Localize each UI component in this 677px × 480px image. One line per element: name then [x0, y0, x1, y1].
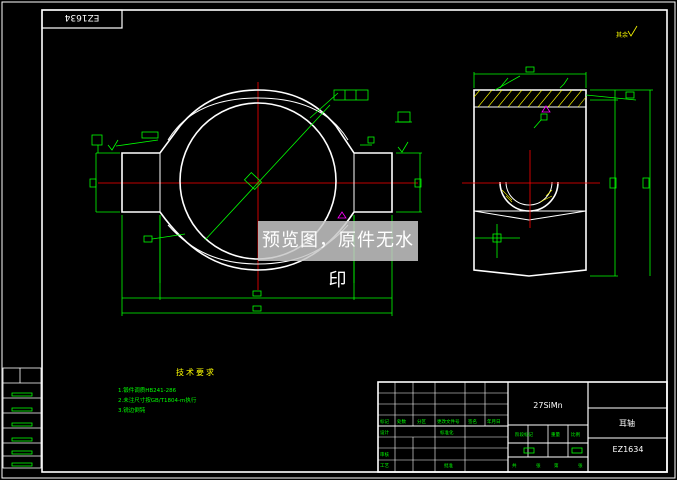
svg-text:工艺: 工艺	[380, 463, 389, 469]
front-dimensions	[89, 89, 422, 316]
svg-text:标记: 标记	[380, 418, 389, 425]
svg-text:更改文件号: 更改文件号	[437, 418, 460, 425]
drawing-number-top: EZ1634	[64, 12, 99, 22]
tech-requirements-title: 技术要求	[176, 367, 216, 377]
svg-text:阶段标记: 阶段标记	[515, 431, 533, 438]
svg-text:共: 共	[512, 462, 517, 469]
tech-requirement-2: 2.未注尺寸按GB/T1804-m执行	[118, 396, 197, 404]
svg-text:重量: 重量	[551, 431, 560, 438]
svg-text:第: 第	[554, 462, 559, 469]
svg-text:张: 张	[578, 462, 583, 469]
roughness-symbol-icon	[627, 25, 638, 37]
side-view	[462, 89, 600, 277]
bore-diameter-dim	[204, 104, 331, 241]
svg-text:张: 张	[536, 462, 541, 469]
roughness-other-text: 其余	[616, 31, 628, 39]
tech-requirements: 技术要求 1.锻件调质HB241-286 2.未注尺寸按GB/T1804-m执行…	[118, 367, 216, 414]
svg-text:审核: 审核	[380, 451, 389, 458]
svg-text:设计: 设计	[380, 429, 389, 436]
svg-text:比例: 比例	[571, 431, 580, 438]
svg-text:分区: 分区	[417, 418, 426, 425]
left-side-table	[2, 367, 42, 469]
tech-requirement-3: 3.锐边倒钝	[118, 406, 146, 414]
svg-text:标准化: 标准化	[440, 429, 454, 436]
svg-text:处数: 处数	[397, 418, 406, 425]
svg-text:签名: 签名	[468, 418, 477, 425]
part-name-text: 耳轴	[619, 418, 635, 428]
svg-text:批准: 批准	[444, 462, 453, 469]
drawing-number-text: EZ1634	[613, 445, 644, 454]
watermark-banner: 预览图，原件无水印	[258, 221, 418, 291]
svg-text:年月日: 年月日	[487, 418, 501, 425]
tech-requirement-1: 1.锻件调质HB241-286	[118, 386, 177, 394]
side-dimensions	[473, 66, 653, 277]
material-text: 27SiMn	[533, 401, 562, 410]
